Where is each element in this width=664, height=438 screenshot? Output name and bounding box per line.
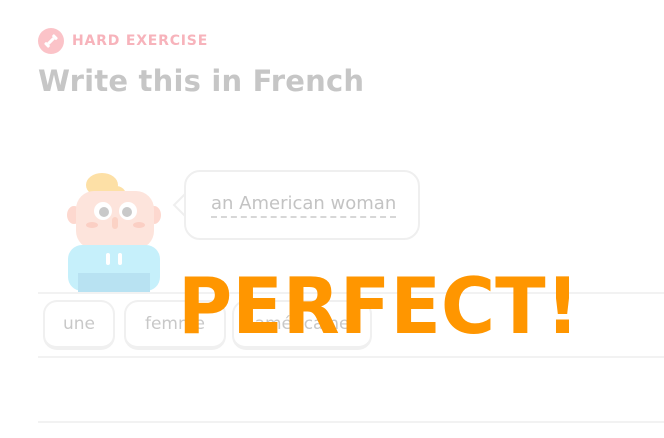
answer-line-bottom: [38, 421, 664, 423]
prompt-text[interactable]: an American woman: [211, 193, 397, 218]
dumbbell-icon: [38, 28, 64, 54]
exercise-header: HARD EXERCISE: [38, 28, 208, 54]
word-chip-une[interactable]: une: [43, 300, 115, 350]
character-avatar: [60, 165, 170, 295]
exercise-type-label: HARD EXERCISE: [72, 33, 209, 49]
perfect-feedback-text: PERFECT!: [178, 261, 580, 352]
page-title: Write this in French: [38, 64, 365, 98]
answer-line-middle: [38, 356, 664, 358]
